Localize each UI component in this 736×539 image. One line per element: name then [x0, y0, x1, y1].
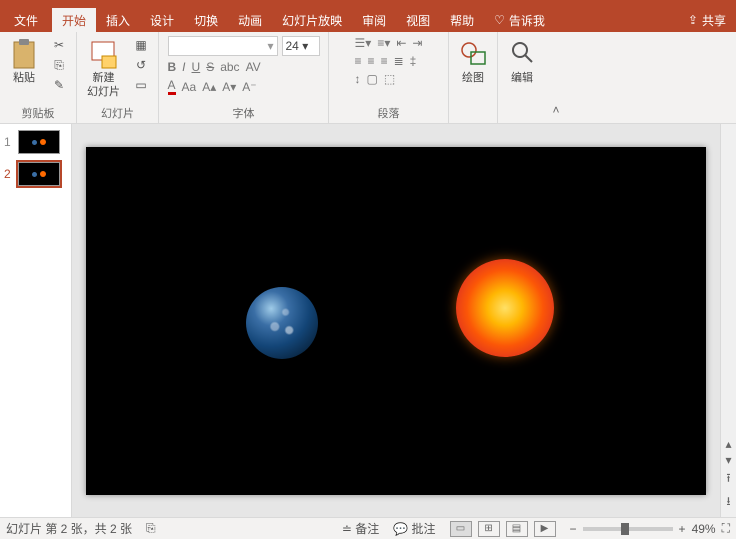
slide-canvas-area[interactable]: [72, 124, 720, 517]
tab-view[interactable]: 视图: [396, 8, 440, 32]
group-editing: 编辑: [498, 32, 546, 123]
shrink-font-button[interactable]: A▾: [222, 80, 236, 94]
slideshow-view-button[interactable]: ▶: [534, 521, 556, 537]
zoom-out-button[interactable]: −: [570, 522, 577, 536]
drawing-button[interactable]: 绘图: [455, 36, 491, 86]
bold-button[interactable]: B: [168, 60, 177, 74]
font-size-selector[interactable]: 24 ▾: [282, 36, 320, 56]
slide-counter-label: 幻灯片 第 2 张，共 2 张: [6, 520, 132, 537]
section-icon: ▭: [135, 78, 146, 92]
tab-transitions[interactable]: 切换: [184, 8, 228, 32]
smartart-button[interactable]: ⬚: [384, 72, 395, 86]
tab-animations[interactable]: 动画: [228, 8, 272, 32]
sorter-view-button[interactable]: ⊞: [478, 521, 500, 537]
comments-button[interactable]: 💬 批注: [393, 520, 435, 537]
collapse-ribbon-button[interactable]: ˄: [546, 32, 566, 123]
tab-help[interactable]: 帮助: [440, 8, 484, 32]
title-bar: [0, 0, 736, 8]
zoom-in-button[interactable]: +: [679, 522, 686, 536]
shapes-icon: [459, 38, 487, 70]
justify-button[interactable]: ≣: [394, 54, 404, 68]
find-icon: [508, 38, 536, 70]
thumbnail-slide-1[interactable]: 1: [4, 130, 67, 154]
new-slide-button[interactable]: 新建 幻灯片: [83, 36, 124, 100]
zoom-control: − + 49% ⛶: [570, 521, 730, 536]
numbering-button[interactable]: ≡▾: [377, 36, 390, 50]
char-spacing-button[interactable]: AV: [246, 60, 261, 74]
tab-file[interactable]: 文件: [0, 8, 52, 32]
shadow-button[interactable]: abc: [220, 60, 239, 74]
tab-slideshow[interactable]: 幻灯片放映: [272, 8, 352, 32]
bullets-button[interactable]: ☰▾: [355, 36, 372, 50]
current-slide[interactable]: [86, 147, 706, 495]
scroll-down-icon[interactable]: ▾: [725, 453, 731, 467]
underline-button[interactable]: U: [192, 60, 201, 74]
notes-button[interactable]: ≐ 备注: [342, 520, 379, 537]
format-painter-button[interactable]: ✎: [48, 76, 70, 94]
line-spacing-button[interactable]: ‡: [410, 54, 417, 68]
tab-design[interactable]: 设计: [140, 8, 184, 32]
reset-icon: ↺: [136, 58, 146, 72]
strikethrough-button[interactable]: S: [206, 60, 214, 74]
scroll-up-icon[interactable]: ▴: [725, 437, 731, 451]
copy-icon: ⎘: [54, 58, 64, 73]
group-slides: 新建 幻灯片 ▦ ↺ ▭ 幻灯片: [77, 32, 159, 123]
grow-font-button[interactable]: A▴: [202, 80, 216, 94]
indent-decrease-button[interactable]: ⇤: [396, 36, 406, 50]
workspace: 1 2 ▴ ▾ ⭱ ⭳: [0, 124, 736, 517]
align-left-button[interactable]: ≡: [355, 54, 362, 68]
section-button[interactable]: ▭: [130, 76, 152, 94]
paste-button[interactable]: 粘贴: [6, 36, 42, 86]
group-clipboard: 粘贴 ✂ ⎘ ✎ 剪贴板: [0, 32, 77, 123]
new-slide-icon: [90, 38, 118, 70]
font-family-selector[interactable]: ▾: [168, 36, 278, 56]
align-text-button[interactable]: ▢: [367, 72, 378, 86]
prev-slide-icon[interactable]: ⭱: [726, 469, 730, 490]
spell-check-button[interactable]: ⎘: [146, 521, 156, 536]
scissors-icon: ✂: [54, 38, 64, 52]
fit-to-window-button[interactable]: ⛶: [722, 521, 730, 536]
align-right-button[interactable]: ≡: [381, 54, 388, 68]
share-icon: ⇪: [688, 13, 698, 27]
ribbon: 粘贴 ✂ ⎘ ✎ 剪贴板 新建 幻灯片 ▦ ↺ ▭ 幻灯片: [0, 32, 736, 124]
brush-icon: ✎: [54, 78, 64, 92]
indent-increase-button[interactable]: ⇥: [412, 36, 422, 50]
chevron-up-icon: ˄: [552, 103, 559, 117]
status-bar: 幻灯片 第 2 张，共 2 张 ⎘ ≐ 备注 💬 批注 ▭ ⊞ ▤ ▶ − + …: [0, 517, 736, 539]
layout-icon: ▦: [135, 38, 146, 52]
change-case-button[interactable]: Aa: [182, 80, 197, 94]
text-direction-button[interactable]: ↕: [355, 72, 361, 86]
group-font: ▾ 24 ▾ B I U S abc AV A Aa A▴ A▾ A⁻ 字体: [159, 32, 329, 123]
layout-button[interactable]: ▦: [130, 36, 152, 54]
ribbon-tabs: 文件 开始 插入 设计 切换 动画 幻灯片放映 审阅 视图 帮助 ♡ 告诉我 ⇪…: [0, 8, 736, 32]
zoom-slider[interactable]: [583, 527, 673, 531]
reset-button[interactable]: ↺: [130, 56, 152, 74]
editing-button[interactable]: 编辑: [504, 36, 540, 86]
slide-thumbnails-pane: 1 2: [0, 124, 72, 517]
font-color-button[interactable]: A: [168, 78, 176, 95]
share-button[interactable]: ⇪ 共享: [678, 8, 736, 32]
lightbulb-icon: ♡: [494, 13, 505, 27]
clear-format-button[interactable]: A⁻: [242, 80, 256, 94]
cut-button[interactable]: ✂: [48, 36, 70, 54]
next-slide-icon[interactable]: ⭳: [726, 492, 730, 513]
vertical-scrollbar[interactable]: ▴ ▾ ⭱ ⭳: [720, 124, 736, 517]
copy-button[interactable]: ⎘: [48, 56, 70, 74]
italic-button[interactable]: I: [182, 60, 185, 74]
group-drawing: 绘图: [449, 32, 498, 123]
group-paragraph: ☰▾ ≡▾ ⇤ ⇥ ≡ ≡ ≡ ≣ ‡ ↕ ▢ ⬚ 段落: [329, 32, 449, 123]
thumbnail-slide-2[interactable]: 2: [4, 162, 67, 186]
align-center-button[interactable]: ≡: [368, 54, 375, 68]
tell-me-input[interactable]: ♡ 告诉我: [494, 8, 545, 32]
earth-image[interactable]: [246, 287, 318, 359]
view-mode-buttons: ▭ ⊞ ▤ ▶: [450, 521, 556, 537]
clipboard-icon: [10, 38, 38, 70]
normal-view-button[interactable]: ▭: [450, 521, 472, 537]
tab-review[interactable]: 审阅: [352, 8, 396, 32]
sun-image[interactable]: [456, 259, 554, 357]
reading-view-button[interactable]: ▤: [506, 521, 528, 537]
zoom-percent-label[interactable]: 49%: [692, 522, 716, 536]
tab-insert[interactable]: 插入: [96, 8, 140, 32]
tab-home[interactable]: 开始: [52, 8, 96, 32]
